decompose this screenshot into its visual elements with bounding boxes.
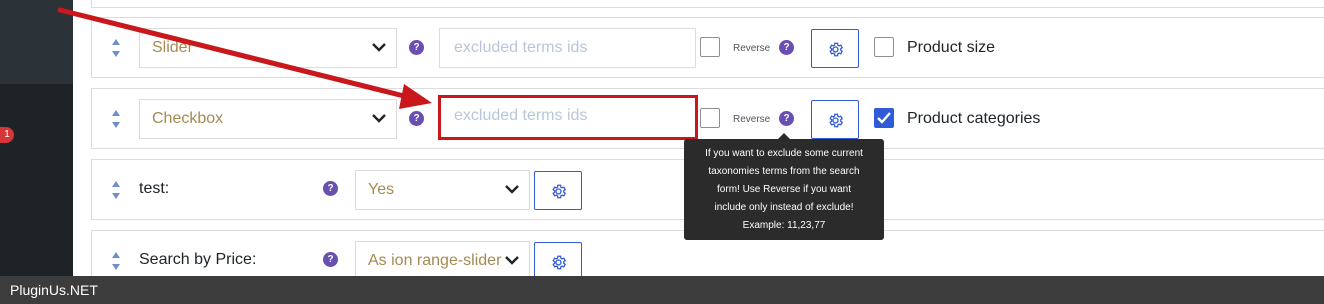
taxonomy-label: Product size bbox=[907, 39, 996, 56]
chevron-down-icon bbox=[505, 185, 519, 194]
taxonomy-checkbox[interactable] bbox=[874, 37, 894, 57]
question-icon[interactable]: ? bbox=[779, 111, 794, 126]
tooltip-line: If you want to exclude some current bbox=[705, 148, 863, 159]
value-select-value: As ion range-slider bbox=[368, 252, 502, 269]
settings-button[interactable] bbox=[811, 100, 859, 139]
footer-bar: PluginUs.NET bbox=[0, 276, 1324, 304]
taxonomy-checkbox[interactable] bbox=[874, 108, 894, 128]
drag-handle-icon[interactable] bbox=[110, 38, 122, 58]
question-icon[interactable]: ? bbox=[409, 111, 424, 126]
tooltip-line: form! Use Reverse if you want bbox=[717, 184, 851, 195]
drag-handle-icon[interactable] bbox=[110, 251, 122, 271]
gear-icon bbox=[829, 113, 844, 128]
admin-sidebar: 1 bbox=[0, 0, 73, 276]
excluded-terms-placeholder: excluded terms ids bbox=[454, 107, 588, 124]
question-icon[interactable]: ? bbox=[323, 252, 338, 267]
excluded-terms-input[interactable]: excluded terms ids bbox=[439, 28, 696, 68]
question-icon[interactable]: ? bbox=[409, 40, 424, 55]
reverse-checkbox[interactable] bbox=[700, 108, 720, 128]
update-count-badge: 1 bbox=[0, 127, 14, 143]
chevron-down-icon bbox=[372, 114, 386, 123]
type-select[interactable]: Checkbox bbox=[139, 99, 397, 139]
value-select[interactable]: Yes bbox=[355, 170, 530, 210]
excluded-terms-placeholder: excluded terms ids bbox=[454, 39, 588, 56]
admin-menu-block bbox=[0, 0, 73, 84]
value-select-value: Yes bbox=[368, 181, 395, 198]
footer-brand: PluginUs.NET bbox=[10, 282, 98, 298]
field-label: test: bbox=[139, 180, 170, 197]
question-icon[interactable]: ? bbox=[323, 181, 338, 196]
drag-handle-icon[interactable] bbox=[110, 180, 122, 200]
reverse-label: Reverse bbox=[733, 43, 771, 54]
filter-row-previous bbox=[91, 0, 1324, 8]
type-select-value: Slider bbox=[152, 39, 193, 56]
filter-row-slider: Slider ? excluded terms ids Reverse ? Pr… bbox=[91, 17, 1324, 78]
tooltip-line: Example: 11,23,77 bbox=[742, 220, 826, 231]
reverse-label: Reverse bbox=[733, 114, 771, 125]
question-icon[interactable]: ? bbox=[779, 40, 794, 55]
tooltip-line: include only instead of exclude! bbox=[714, 202, 854, 213]
chevron-down-icon bbox=[372, 43, 386, 52]
chevron-down-icon bbox=[505, 255, 519, 265]
settings-button[interactable] bbox=[534, 171, 582, 210]
tooltip-line: taxonomies terms from the search bbox=[708, 166, 860, 177]
type-select[interactable]: Slider bbox=[139, 28, 397, 68]
taxonomy-label: Product categories bbox=[907, 110, 1041, 127]
drag-handle-icon[interactable] bbox=[110, 109, 122, 129]
excluded-terms-input[interactable]: excluded terms ids bbox=[438, 95, 698, 140]
gear-icon bbox=[552, 255, 567, 270]
reverse-checkbox[interactable] bbox=[700, 37, 720, 57]
settings-button[interactable] bbox=[811, 29, 859, 68]
gear-icon bbox=[829, 42, 844, 57]
value-select[interactable]: As ion range-slider bbox=[355, 241, 530, 281]
reverse-help-tooltip: If you want to exclude some current taxo… bbox=[684, 133, 884, 240]
gear-icon bbox=[552, 184, 567, 199]
check-icon bbox=[877, 112, 891, 124]
type-select-value: Checkbox bbox=[152, 110, 224, 127]
field-label: Search by Price: bbox=[139, 251, 257, 268]
